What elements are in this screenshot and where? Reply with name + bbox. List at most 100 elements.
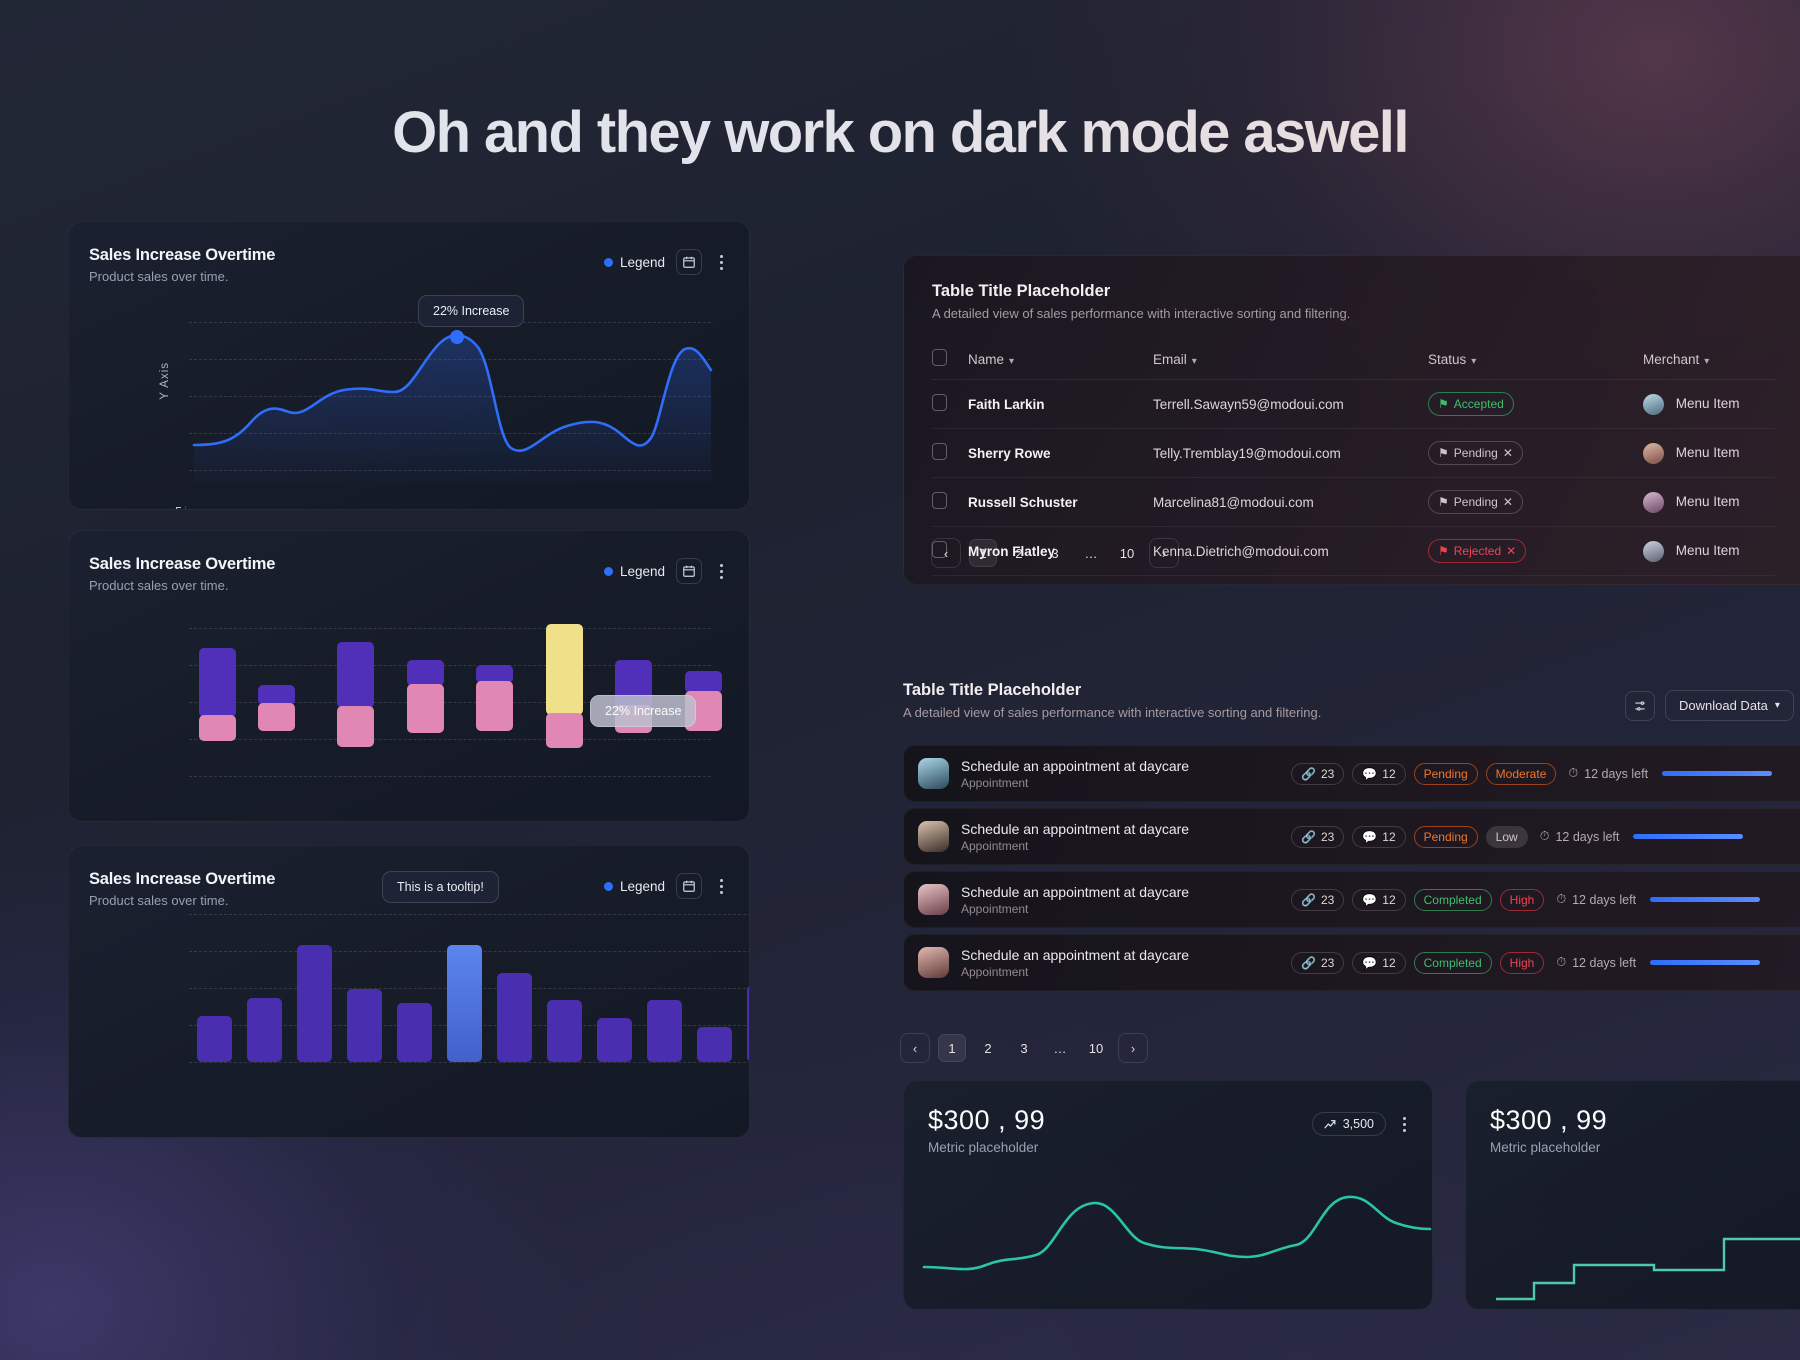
status-badge[interactable]: ⚑ Accepted	[1428, 392, 1514, 416]
row-checkbox[interactable]	[932, 492, 947, 509]
chart-legend[interactable]: Legend	[603, 255, 665, 270]
bar-segment-lower[interactable]	[546, 713, 583, 748]
bar[interactable]	[397, 1003, 432, 1062]
calendar-icon[interactable]	[676, 249, 702, 275]
pagination-page-1[interactable]: 1	[938, 1034, 966, 1062]
table-row[interactable]: Faith Larkin Terrell.Sawayn59@modoui.com…	[932, 379, 1775, 429]
pagination-page-10[interactable]: 10	[1082, 1034, 1110, 1062]
bar[interactable]	[647, 1000, 682, 1062]
bar[interactable]	[347, 989, 382, 1062]
cell-email: Kenna.Dietrich@modoui.com	[1153, 526, 1428, 576]
pagination-prev-button[interactable]: ‹	[931, 538, 961, 568]
chart-legend[interactable]: Legend	[603, 879, 665, 894]
status-badge[interactable]: Pending	[1413, 825, 1478, 848]
comment-count-badge[interactable]: 💬 12	[1352, 951, 1406, 974]
bar-segment-upper[interactable]	[199, 648, 236, 717]
bar[interactable]	[197, 1016, 232, 1062]
dismiss-icon[interactable]: ✕	[1506, 544, 1516, 558]
pagination-page-1[interactable]: 1	[969, 539, 997, 567]
bar-segment-lower[interactable]	[199, 715, 236, 741]
row-checkbox[interactable]	[932, 394, 947, 411]
pagination-page-3[interactable]: 3	[1041, 539, 1069, 567]
pagination-page-2[interactable]: 2	[1005, 539, 1033, 567]
chart-card-heading: Sales Increase Overtime Product sales ov…	[89, 555, 275, 593]
row-checkbox[interactable]	[932, 443, 947, 460]
bar-segment-upper[interactable]	[258, 685, 295, 705]
priority-badge[interactable]: Moderate	[1485, 762, 1557, 785]
bar[interactable]	[597, 1018, 632, 1062]
dismiss-icon[interactable]: ✕	[1503, 495, 1513, 509]
bar-segment-lower[interactable]	[337, 706, 374, 747]
chart-title: Sales Increase Overtime	[89, 870, 276, 888]
calendar-icon[interactable]	[676, 558, 702, 584]
status-badge[interactable]: ⚑ Pending ✕	[1428, 490, 1523, 514]
download-data-label: Download Data	[1679, 698, 1768, 713]
bar[interactable]	[297, 945, 332, 1062]
status-badge[interactable]: Completed	[1413, 951, 1492, 974]
priority-badge[interactable]: Low	[1485, 825, 1528, 848]
bar-segment-lower[interactable]	[476, 681, 513, 731]
table-row[interactable]: Morris Reichel Joyce_Halvorson@modoui.co…	[932, 575, 1775, 584]
bar[interactable]	[697, 1027, 732, 1062]
avatar	[918, 758, 949, 789]
pagination-page-3[interactable]: 3	[1010, 1034, 1038, 1062]
task-subtitle: Appointment	[961, 775, 1029, 790]
table-row[interactable]: Sherry Rowe Telly.Tremblay19@modoui.com …	[932, 428, 1775, 478]
pagination-page-10[interactable]: 10	[1113, 539, 1141, 567]
link-count-badge[interactable]: 🔗 23	[1291, 951, 1345, 974]
calendar-icon[interactable]	[676, 873, 702, 899]
bar[interactable]	[747, 985, 749, 1062]
task-row[interactable]: Schedule an appointment at daycare Appoi…	[903, 745, 1800, 802]
task-row[interactable]: Schedule an appointment at daycare Appoi…	[903, 808, 1800, 865]
due-date: ⏱ 12 days left	[1556, 955, 1637, 970]
kebab-menu-icon[interactable]	[713, 558, 729, 584]
priority-badge[interactable]: High	[1499, 888, 1545, 911]
link-count-badge[interactable]: 🔗 23	[1291, 762, 1345, 785]
bar-segment-lower[interactable]	[407, 684, 444, 733]
status-badge[interactable]: ⚑ Rejected ✕	[1428, 539, 1527, 563]
pagination-next-button[interactable]: ›	[1118, 1033, 1148, 1063]
column-header-email[interactable]: Email ▾	[1153, 339, 1428, 380]
comment-count-badge[interactable]: 💬 12	[1352, 762, 1406, 785]
bar-segment-highlight[interactable]	[546, 624, 583, 715]
chart-title: Sales Increase Overtime	[89, 555, 276, 573]
filter-sliders-icon[interactable]	[1625, 690, 1655, 721]
column-header-name[interactable]: Name ▾	[968, 339, 1153, 380]
task-row[interactable]: Schedule an appointment at daycare Appoi…	[903, 871, 1800, 928]
bar-segment-upper[interactable]	[337, 642, 374, 708]
bar[interactable]	[247, 998, 282, 1062]
bar-highlight[interactable]	[447, 945, 482, 1062]
metric-badge[interactable]: 3,500	[1311, 1112, 1386, 1136]
dismiss-icon[interactable]: ✕	[1503, 446, 1513, 460]
kebab-menu-icon[interactable]	[713, 249, 729, 275]
bar[interactable]	[497, 973, 532, 1062]
due-date: ⏱ 12 days left	[1539, 829, 1620, 844]
status-badge[interactable]: Completed	[1413, 888, 1492, 911]
kebab-menu-icon[interactable]	[1396, 1111, 1412, 1137]
cell-merchant: Menu Item	[1643, 477, 1775, 527]
link-count-badge[interactable]: 🔗 23	[1291, 888, 1345, 911]
table-row[interactable]: Russell Schuster Marcelina81@modoui.com …	[932, 477, 1775, 527]
column-header-status[interactable]: Status ▾	[1428, 339, 1643, 380]
cell-email: Telly.Tremblay19@modoui.com	[1153, 428, 1428, 478]
status-badge[interactable]: ⚑ Pending ✕	[1428, 441, 1523, 465]
cell-email: Terrell.Sawayn59@modoui.com	[1153, 379, 1428, 429]
task-row[interactable]: Schedule an appointment at daycare Appoi…	[903, 934, 1800, 991]
bar-segment-lower[interactable]	[258, 703, 295, 731]
bar-segment-upper[interactable]	[685, 671, 722, 693]
select-all-checkbox[interactable]	[932, 349, 947, 366]
bar-segment-upper[interactable]	[407, 660, 444, 686]
pagination-page-2[interactable]: 2	[974, 1034, 1002, 1062]
kebab-menu-icon[interactable]	[713, 873, 729, 899]
status-badge[interactable]: Pending	[1413, 762, 1478, 785]
comment-count-badge[interactable]: 💬 12	[1352, 888, 1406, 911]
pagination-prev-button[interactable]: ‹	[900, 1033, 930, 1063]
comment-count-badge[interactable]: 💬 12	[1352, 825, 1406, 848]
column-header-merchant[interactable]: Merchant ▾	[1643, 339, 1775, 380]
priority-badge[interactable]: High	[1499, 951, 1545, 974]
link-count-badge[interactable]: 🔗 23	[1291, 825, 1345, 848]
download-data-button[interactable]: Download Data ▾	[1665, 690, 1794, 721]
bar[interactable]	[547, 1000, 582, 1062]
pagination-next-button[interactable]: ›	[1149, 538, 1179, 568]
chart-legend[interactable]: Legend	[603, 564, 665, 579]
